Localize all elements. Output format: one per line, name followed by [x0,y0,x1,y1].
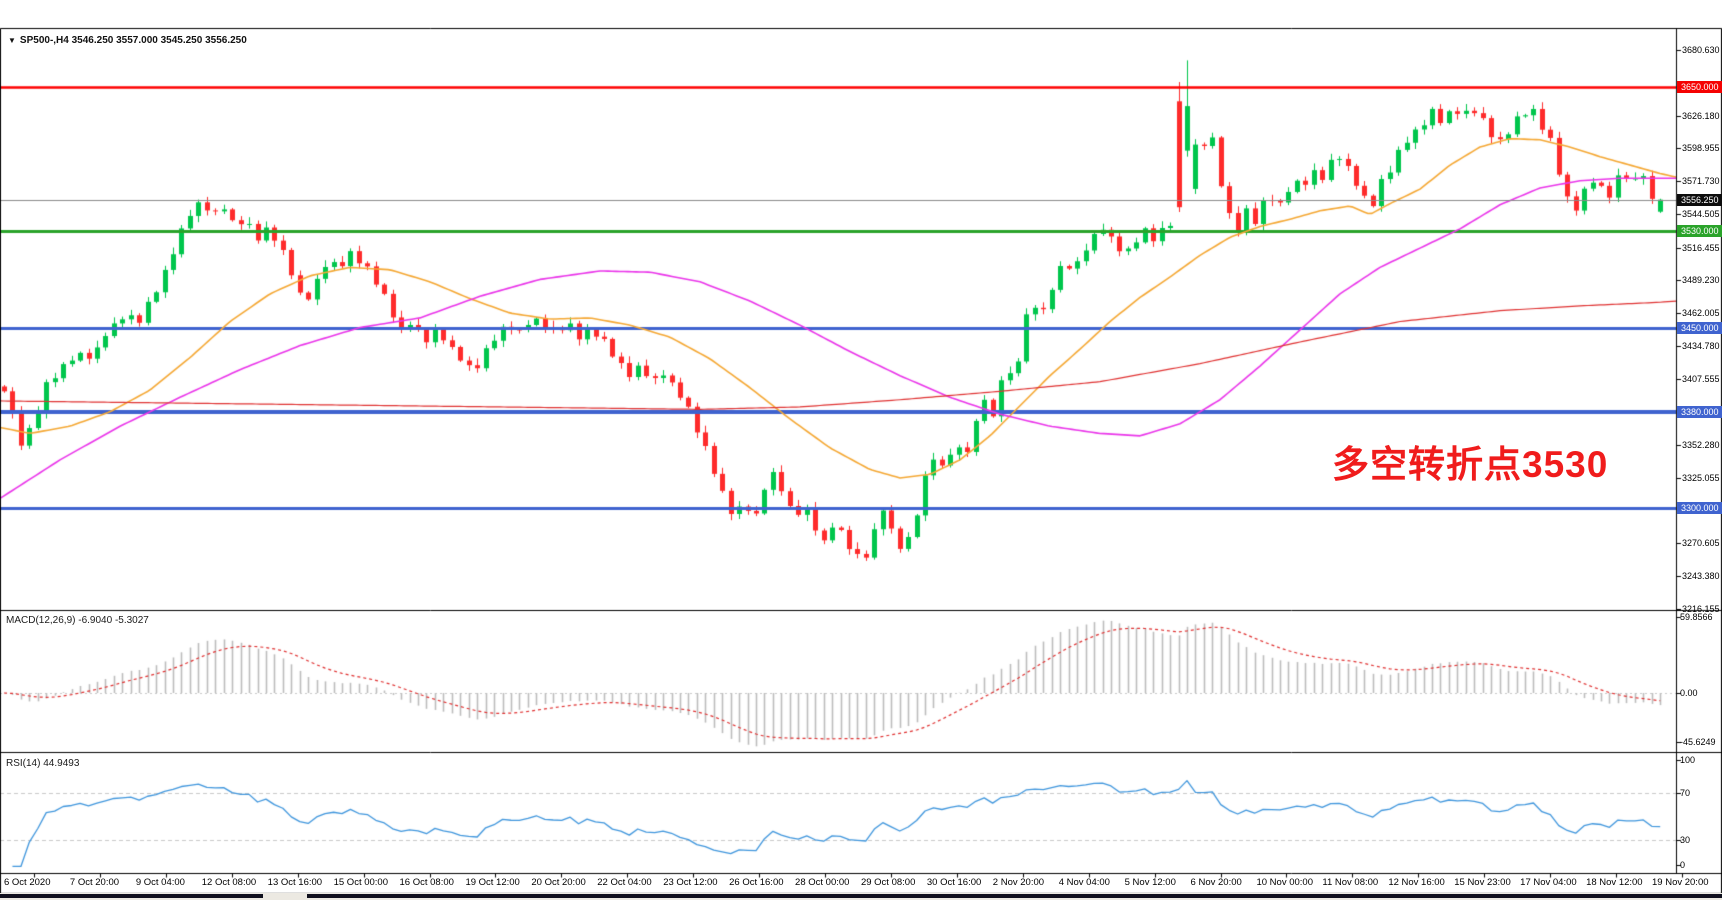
chart-window[interactable] [0,28,1722,894]
window-edge-fragment [307,894,1722,898]
chart-canvas[interactable] [0,0,1722,900]
window-edge-fragment [0,894,263,898]
clipped-bottom-strip [0,893,1722,900]
trading-platform-window: { "toolbar": { "icons": [ {"name": "char… [0,0,1722,900]
